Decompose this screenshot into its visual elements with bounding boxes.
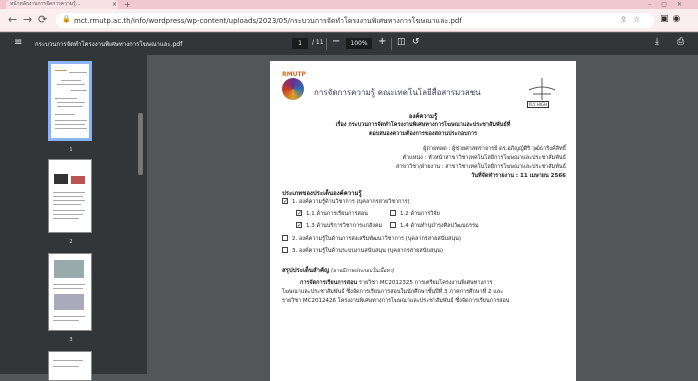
option-label: 3. องค์ความรู้ในด้านระบบงานสนับสนุน (บุค… bbox=[292, 248, 443, 254]
address-bar-row: ← → ⟳ 🔒 mct.rmutp.ac.th/info/wordpress/w… bbox=[0, 9, 698, 32]
university-logo-icon bbox=[282, 78, 304, 100]
thumbnail-number: 2 bbox=[69, 239, 73, 245]
body-text: รายวิชา MC2012325 การเตรียมโครงงานพิเศษท… bbox=[358, 280, 493, 286]
summary-heading: สรุปประเด็นสำคัญ (อาจมีภาพประกอบในเนื้อห… bbox=[282, 265, 394, 275]
option-label: 1.4 ด้านทำนุบำรุงศิลปวัฒนธรรม bbox=[400, 223, 479, 229]
new-tab-icon[interactable]: + bbox=[124, 0, 131, 9]
download-icon[interactable]: ⤓ bbox=[655, 37, 659, 47]
position-line: ตำแหน่ง : หัวหน้าสาขาวิชาเทคโนโลยีการโฆษ… bbox=[402, 155, 566, 161]
zoom-in-icon[interactable]: + bbox=[378, 36, 386, 47]
flyhigh-logo-icon bbox=[528, 78, 556, 100]
lock-icon[interactable]: 🔒 bbox=[62, 15, 71, 23]
page-thumbnail[interactable] bbox=[48, 351, 92, 381]
page-thumbnail[interactable] bbox=[48, 61, 92, 141]
zoom-out-icon[interactable]: − bbox=[332, 36, 340, 47]
option-label: 2. องค์ความรู้ในด้านการส่งเสริมพัฒนาวิชา… bbox=[292, 236, 462, 242]
body-bold: การจัดการเรียนการสอน bbox=[300, 280, 358, 286]
rotate-icon[interactable]: ↺ bbox=[412, 37, 420, 47]
body-line: โฆษณาและประชาสัมพันธ์ ซึ่งจัดการเรียนการ… bbox=[282, 289, 504, 295]
thumbnail-number: 1 bbox=[69, 147, 73, 153]
checkbox-support-system bbox=[282, 247, 288, 253]
page-number-input[interactable]: 1 bbox=[292, 38, 308, 49]
sidebar-scrollbar[interactable] bbox=[138, 113, 143, 175]
divider bbox=[391, 38, 392, 50]
divider bbox=[326, 38, 327, 50]
thumbnail-number: 3 bbox=[69, 337, 73, 343]
tab-close-icon[interactable]: × bbox=[112, 0, 117, 9]
tab-title: หน้าหลักงานการจัดการความรู้... bbox=[10, 1, 81, 7]
flyhigh-label: FLY HIGH bbox=[527, 101, 550, 108]
browser-tab[interactable]: หน้าหลักงานการจัดการความรู้... × bbox=[6, 0, 118, 9]
checkbox-culture bbox=[390, 222, 396, 228]
summary-note: (อาจมีภาพประกอบในเนื้อหา) bbox=[331, 268, 395, 274]
window-controls[interactable]: –▢✕ bbox=[648, 0, 692, 9]
pdf-toolbar: ≡ กระบวนการจัดทำโครงงานพิเศษทางการโฆษณาแ… bbox=[0, 33, 698, 55]
page-thumbnail[interactable] bbox=[48, 159, 92, 233]
department-line: สาขาวิชา/ฝ่ายงาน : สาขาวิชาเทคโนโลยีการโ… bbox=[395, 164, 566, 170]
option-label: 1.2 ด้านการวิจัย bbox=[400, 211, 440, 217]
body-line: รายวิชา MC2012426 โครงงานพิเศษทางการโฆษณ… bbox=[282, 298, 510, 304]
subject-line: เรื่อง กระบวนการจัดทำโครงงานพิเศษทางการโ… bbox=[335, 122, 511, 128]
share-star-icons[interactable]: ⇪☆ bbox=[620, 15, 646, 24]
checkbox-research bbox=[390, 210, 396, 216]
checkbox-academic: ✓ bbox=[282, 198, 289, 205]
type-heading: ประเภทของประเด็นองค์ความรู้ bbox=[282, 190, 362, 197]
report-date: วันที่จัดทำรายงาน : 11 เมษายน 2566 bbox=[471, 173, 566, 179]
brand-label: RMUTP bbox=[282, 71, 306, 78]
page-thumbnail[interactable] bbox=[48, 253, 92, 331]
author-line: ผู้ถ่ายทอด : ผู้ช่วยศาสตราจารย์ ดร.อภิญญ… bbox=[423, 146, 566, 152]
page-count: / 11 bbox=[312, 39, 324, 46]
thumbnail-sidebar[interactable]: 1 2 3 bbox=[0, 55, 147, 381]
summary-title: สรุปประเด็นสำคัญ bbox=[282, 267, 330, 274]
menu-icon[interactable]: ≡ bbox=[14, 37, 22, 48]
tab-strip: หน้าหลักงานการจัดการความรู้... × + –▢✕ bbox=[0, 0, 698, 9]
checkbox-teaching: ✓ bbox=[296, 210, 303, 217]
heading: องค์ความรู้ bbox=[408, 113, 438, 120]
checkbox-service: ✓ bbox=[296, 222, 303, 229]
pdf-page: RMUTP การจัดการความรู้ คณะเทคโนโลยีสื่อส… bbox=[270, 61, 576, 381]
option-label: 1. องค์ความรู้ด้านวิชาการ (บุคลากรสายวิช… bbox=[292, 199, 410, 205]
document-title: กระบวนการจัดทำโครงงานพิเศษทางการโฆษณาและ… bbox=[35, 41, 183, 48]
forward-icon[interactable]: → bbox=[23, 13, 32, 27]
option-label: 1.3 ด้านบริการวิชาการแก่สังคม bbox=[306, 223, 383, 229]
subject-line: ตอบสนองความต้องการของสถานประกอบการ bbox=[368, 131, 478, 137]
body-line: การจัดการเรียนการสอน รายวิชา MC2012325 ก… bbox=[300, 279, 493, 287]
checkbox-support-dev bbox=[282, 235, 288, 241]
print-icon[interactable]: ⎙ bbox=[677, 37, 684, 47]
org-title: การจัดการความรู้ คณะเทคโนโลยีสื่อสารมวลช… bbox=[314, 88, 481, 97]
document-viewer[interactable]: RMUTP การจัดการความรู้ คณะเทคโนโลยีสื่อส… bbox=[147, 55, 698, 381]
fit-page-icon[interactable]: ◫ bbox=[397, 37, 406, 47]
option-label: 1.1 ด้านการเรียนการสอน bbox=[306, 211, 368, 217]
zoom-input[interactable]: 100% bbox=[346, 38, 372, 49]
back-icon[interactable]: ← bbox=[8, 13, 17, 27]
extensions-icons[interactable]: ▣◉ bbox=[660, 14, 684, 24]
reload-icon[interactable]: ⟳ bbox=[38, 13, 47, 27]
url-field[interactable]: 🔒 mct.rmutp.ac.th/info/wordpress/wp-cont… bbox=[56, 13, 654, 28]
url-text: mct.rmutp.ac.th/info/wordpress/wp-conten… bbox=[74, 17, 462, 25]
